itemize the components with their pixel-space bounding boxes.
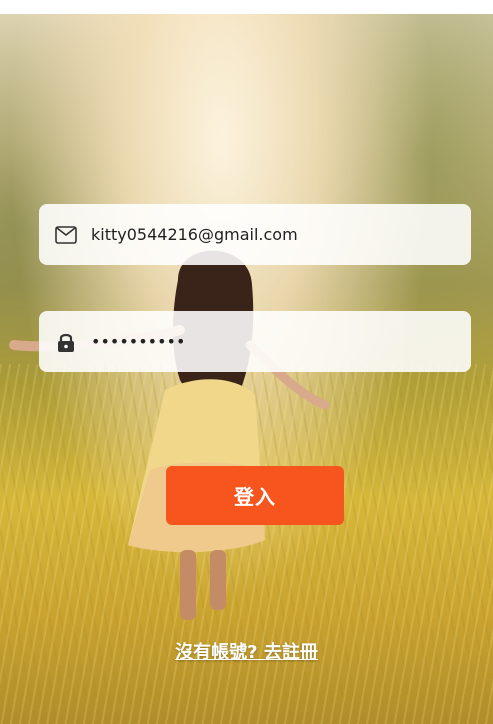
login-button[interactable]: 登入 [166,466,344,525]
register-link[interactable]: 沒有帳號? 去註冊 [0,638,493,664]
lock-icon [55,331,77,353]
email-value: kitty0544216@gmail.com [91,225,298,244]
login-screen: kitty0544216@gmail.com •••••••••• 登入 沒有帳… [0,0,493,724]
envelope-icon [55,224,77,246]
email-field[interactable]: kitty0544216@gmail.com [39,204,471,265]
password-masked-value: •••••••••• [91,332,186,351]
password-field[interactable]: •••••••••• [39,311,471,372]
